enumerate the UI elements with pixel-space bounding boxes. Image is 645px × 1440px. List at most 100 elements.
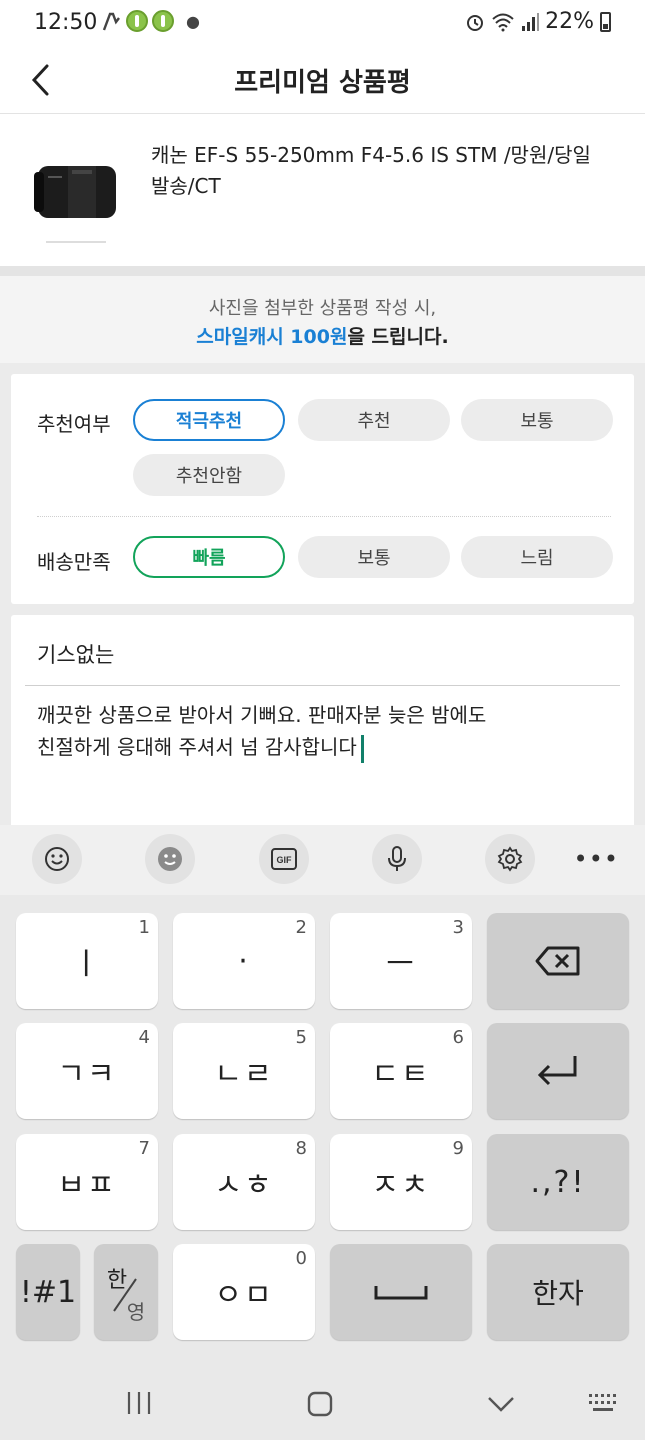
key-label: ㅡ [386,947,416,982]
key-label: ㄱㅋ [57,1057,117,1092]
sticker-button[interactable] [145,834,195,884]
status-time: 12:50 [34,10,98,35]
recommend-label: 추천여부 [37,412,111,436]
key-ng-m[interactable]: 0 ㅇㅁ [173,1244,315,1340]
key-s-h[interactable]: 8 ㅅㅎ [173,1134,315,1230]
language-switch-key[interactable]: 한 영 [94,1244,158,1340]
key-number: 1 [138,917,150,938]
voice-input-button[interactable] [372,834,422,884]
key-g-k[interactable]: 4 ㄱㅋ [16,1023,158,1119]
key-label: ㄴㄹ [214,1057,274,1092]
language-switch-icon: 한 영 [107,1268,145,1324]
emoji-icon [45,847,69,871]
backspace-key[interactable] [487,913,629,1009]
recommend-option-recommend[interactable]: 추천 [298,399,450,441]
emoji-button[interactable] [32,834,82,884]
shipping-option-slow[interactable]: 느림 [461,536,613,578]
page-title: 프리미엄 상품평 [234,68,411,98]
space-icon [374,1286,428,1300]
shipping-label: 배송만족 [37,550,111,574]
review-card: 기스없는 깨끗한 상품으로 받아서 기뻐요. 판매자분 늦은 밤에도 친절하게 … [11,615,634,833]
promo-line2: 스마일캐시 100원을 드립니다. [0,322,645,349]
key-number: 2 [295,917,307,938]
home-icon[interactable] [306,1390,334,1418]
status-bar: 12:50 ● 22% [0,0,645,46]
key-label: !#1 [19,1274,77,1310]
key-number: 4 [138,1027,150,1048]
wifi-icon [492,13,514,31]
shipping-option-fast[interactable]: 빠름 [133,536,285,578]
key-d-t[interactable]: 6 ㄷㅌ [330,1023,472,1119]
text-cursor [360,734,364,763]
key-label: ㅈㅊ [371,1168,431,1203]
key-number: 3 [452,917,464,938]
punctuation-key[interactable]: .,?! [487,1134,629,1230]
gif-label: GIF [277,855,293,865]
keyboard-settings-button[interactable] [485,834,535,884]
keyboard-toolbar: GIF ••• [0,825,645,895]
product-name[interactable]: 캐논 EF-S 55-250mm F4-5.6 IS STM /망원/당일발송/… [151,140,601,202]
promo-line1: 사진을 첨부한 상품평 작성 시, [208,298,437,319]
key-label: ㅅㅎ [214,1168,274,1203]
more-icon[interactable]: ••• [574,845,619,873]
battery-percent: 22% [545,9,594,34]
key-label: ㅇㅁ [214,1278,274,1313]
key-eu[interactable]: 3ㅡ [330,913,472,1009]
recommend-option-not-recommend[interactable]: 추천안함 [133,454,285,496]
space-key[interactable] [330,1244,472,1340]
notification-icons: ● [100,10,200,32]
key-label: ㅣ [72,947,102,982]
key-number: 7 [138,1138,150,1159]
review-body-line-2: 친절하게 응대해 주셔서 넘 감사합니다 [37,731,617,763]
keyboard: 1ㅣ 2 · 3ㅡ 4 ㄱㅋ 5 ㄴㄹ 6 ㄷㅌ 7 ㅂㅍ 8 ㅅㅎ 9 ㅈㅊ .,?! !#… [0,895,645,1360]
status-right: 22% [465,9,611,34]
battery-icon [600,11,611,32]
key-number: 5 [295,1027,307,1048]
back-chevron-icon[interactable] [486,1394,516,1414]
app-notification-icon [152,10,174,32]
notification-person-icon [102,12,120,31]
key-j-ch[interactable]: 9 ㅈㅊ [330,1134,472,1230]
key-number: 0 [295,1248,307,1269]
shipping-option-normal[interactable]: 보통 [298,536,450,578]
lang-top-label: 한 [107,1268,127,1293]
review-title-input[interactable]: 기스없는 [37,639,114,669]
recent-apps-icon[interactable] [124,1390,154,1416]
review-divider [25,685,620,686]
gif-button[interactable]: GIF [259,834,309,884]
signal-icon [522,12,540,31]
promo-banner: 사진을 첨부한 상품평 작성 시, 스마일캐시 100원을 드립니다. [0,276,645,363]
rating-card: 추천여부 적극추천 추천 보통 추천안함 배송만족 빠름 보통 느림 [11,374,634,604]
hanja-key[interactable]: 한자 [487,1244,629,1340]
app-notification-icon [126,10,148,32]
key-dot[interactable]: 2 · [173,913,315,1009]
enter-icon [537,1056,577,1086]
recommend-option-strong[interactable]: 적극추천 [133,399,285,441]
key-number: 6 [452,1027,464,1048]
alarm-icon [467,14,484,31]
product-image [34,166,116,243]
enter-key[interactable] [487,1023,629,1119]
key-label: ㄷㅌ [371,1057,431,1092]
keyboard-hide-icon[interactable] [588,1392,620,1414]
rating-divider [37,516,611,517]
key-n-r[interactable]: 5 ㄴㄹ [173,1023,315,1119]
recommend-option-neutral[interactable]: 보통 [461,399,613,441]
backspace-icon [535,946,580,976]
key-number: 8 [295,1138,307,1159]
lang-bottom-label: 영 [127,1300,145,1324]
promo-suffix: 을 드립니다. [347,326,449,348]
key-label: · [238,943,250,979]
symbols-key[interactable]: !#1 [16,1244,80,1340]
key-label: ㅂㅍ [57,1168,117,1203]
key-label: .,?! [530,1164,586,1200]
key-b-p[interactable]: 7 ㅂㅍ [16,1134,158,1230]
review-body-line: 친절하게 응대해 주셔서 넘 감사합니다 [37,735,357,759]
app-header: 프리미엄 상품평 [0,46,645,114]
more-notifications-dot-icon: ● [186,11,200,31]
key-i[interactable]: 1ㅣ [16,913,158,1009]
key-label: 한자 [532,1277,584,1310]
review-body-input[interactable]: 깨끗한 상품으로 받아서 기뻐요. 판매자분 늦은 밤에도 친절하게 응대해 주… [37,699,617,763]
settings-icon [497,846,523,872]
system-navigation-bar [0,1360,645,1440]
